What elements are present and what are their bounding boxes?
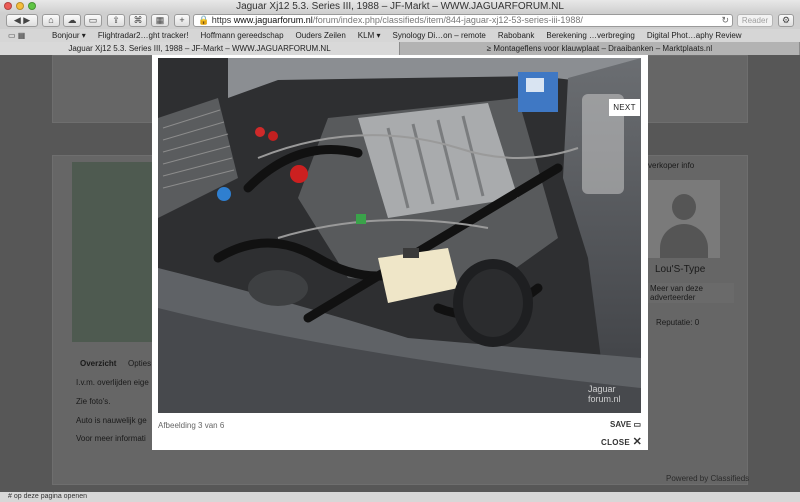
image-counter: Afbeelding 3 van 6 xyxy=(158,421,225,430)
tab-options[interactable]: Opties xyxy=(128,359,151,368)
seller-name[interactable]: Lou'S-Type xyxy=(655,264,705,275)
lightbox: Jaguar forum.nl Afbeelding 3 van 6 SAVE … xyxy=(152,55,648,450)
seller-heading: verkoper info xyxy=(648,161,695,170)
bookmark-item[interactable]: Synology Di…on – remote xyxy=(392,29,485,42)
top-sites-button[interactable]: ▦ xyxy=(151,14,169,27)
description-line: Zie foto's. xyxy=(76,397,111,406)
forward-icon[interactable]: ▶ xyxy=(23,15,30,25)
window-titlebar: Jaguar Xj12 5.3. Series III, 1988 – JF-M… xyxy=(0,0,800,13)
share-icon: ⇪ xyxy=(112,15,120,25)
close-label: CLOSE xyxy=(601,438,631,447)
description-line: Auto is nauwelijk ge xyxy=(76,416,147,425)
bookmarks-button[interactable]: ▭ xyxy=(84,14,102,27)
bookmark-item[interactable]: Digital Phot…aphy Review xyxy=(647,29,742,42)
tab-marktplaats[interactable]: ≥ Montageflens voor klauwplaat – Draaiba… xyxy=(400,42,800,55)
bookmark-item[interactable]: Rabobank xyxy=(498,29,534,42)
tab-jaguar[interactable]: Jaguar Xj12 5.3. Series III, 1988 – JF-M… xyxy=(0,42,400,55)
save-icon: ▭ xyxy=(633,420,641,429)
photo-watermark: Jaguar forum.nl xyxy=(588,384,621,404)
bookmark-item[interactable]: Flightradar2…ght tracker! xyxy=(98,29,189,42)
grid-icon: ▦ xyxy=(155,15,165,25)
close-button[interactable]: CLOSE ✕ xyxy=(601,435,642,448)
home-button[interactable]: ⌂ xyxy=(42,14,60,27)
description-line: Voor meer informati xyxy=(76,434,146,443)
settings-button[interactable]: ⚙ xyxy=(778,14,794,27)
tab-bar: Jaguar Xj12 5.3. Series III, 1988 – JF-M… xyxy=(0,42,800,55)
share-button[interactable]: ⇪ xyxy=(107,14,125,27)
back-forward-buttons[interactable]: ◀ ▶ xyxy=(6,14,38,27)
home-icon: ⌂ xyxy=(48,15,54,25)
cloud-icon: ☁ xyxy=(67,15,77,25)
url-domain: www.jaguarforum.nl xyxy=(233,15,313,25)
status-bar: # op deze pagina openen xyxy=(0,492,800,502)
next-button[interactable]: NEXT xyxy=(609,99,640,116)
glasses-icon: ⌘ xyxy=(133,15,143,25)
save-label: SAVE xyxy=(610,420,632,429)
gear-icon: ⚙ xyxy=(781,15,791,25)
window-controls xyxy=(4,2,36,10)
lock-icon: 🔒 xyxy=(198,15,210,25)
browser-toolbar: ◀ ▶ ⌂ ☁ ▭ ⇪ ⌘ ▦ + 🔒 https www.jaguarforu… xyxy=(0,13,800,29)
engine-photo-illustration xyxy=(158,58,641,413)
car-thumbnail[interactable] xyxy=(72,162,152,342)
tab-overview[interactable]: Overzicht xyxy=(80,359,116,368)
address-bar[interactable]: 🔒 https www.jaguarforum.nl/forum/index.p… xyxy=(193,14,733,27)
url-path: /forum/index.php/classifieds/item/844-ja… xyxy=(312,15,583,25)
icloud-button[interactable]: ☁ xyxy=(63,14,81,27)
add-bookmark-button[interactable]: + xyxy=(174,14,190,27)
reload-icon[interactable]: ↻ xyxy=(721,15,729,26)
bookmark-item[interactable]: KLM ▾ xyxy=(358,29,381,42)
reading-list-button[interactable]: ⌘ xyxy=(129,14,147,27)
close-icon: ✕ xyxy=(632,436,643,448)
bookmark-item[interactable]: Berekening …verbreging xyxy=(546,29,635,42)
bookmark-item[interactable]: Ouders Zeilen xyxy=(296,29,346,42)
powered-by: Powered by Classifieds xyxy=(666,474,750,483)
bookmarks-bar: ▭ ▦ Bonjour ▾ Flightradar2…ght tracker! … xyxy=(0,29,800,42)
book-icon: ▭ xyxy=(88,15,98,25)
description-line: I.v.m. overlijden eige xyxy=(76,378,149,387)
bookmark-item[interactable]: Bonjour ▾ xyxy=(52,29,86,42)
bookmark-icons[interactable]: ▭ ▦ xyxy=(0,29,40,42)
seller-more-link[interactable]: Meer van deze adverteerder xyxy=(648,283,734,303)
save-button[interactable]: SAVE ▭ xyxy=(610,420,641,429)
close-window-button[interactable] xyxy=(4,2,12,10)
reader-button[interactable]: Reader xyxy=(737,14,773,27)
minimize-window-button[interactable] xyxy=(16,2,24,10)
window-title: Jaguar Xj12 5.3. Series III, 1988 – JF-M… xyxy=(236,1,564,12)
maximize-window-button[interactable] xyxy=(28,2,36,10)
reputation: Reputatie: 0 xyxy=(656,318,700,327)
back-icon[interactable]: ◀ xyxy=(14,15,21,25)
engine-photo: Jaguar forum.nl xyxy=(158,58,641,413)
bookmark-item[interactable]: Hoffmann gereedschap xyxy=(201,29,284,42)
url-scheme: https xyxy=(211,15,232,25)
avatar xyxy=(648,180,720,258)
